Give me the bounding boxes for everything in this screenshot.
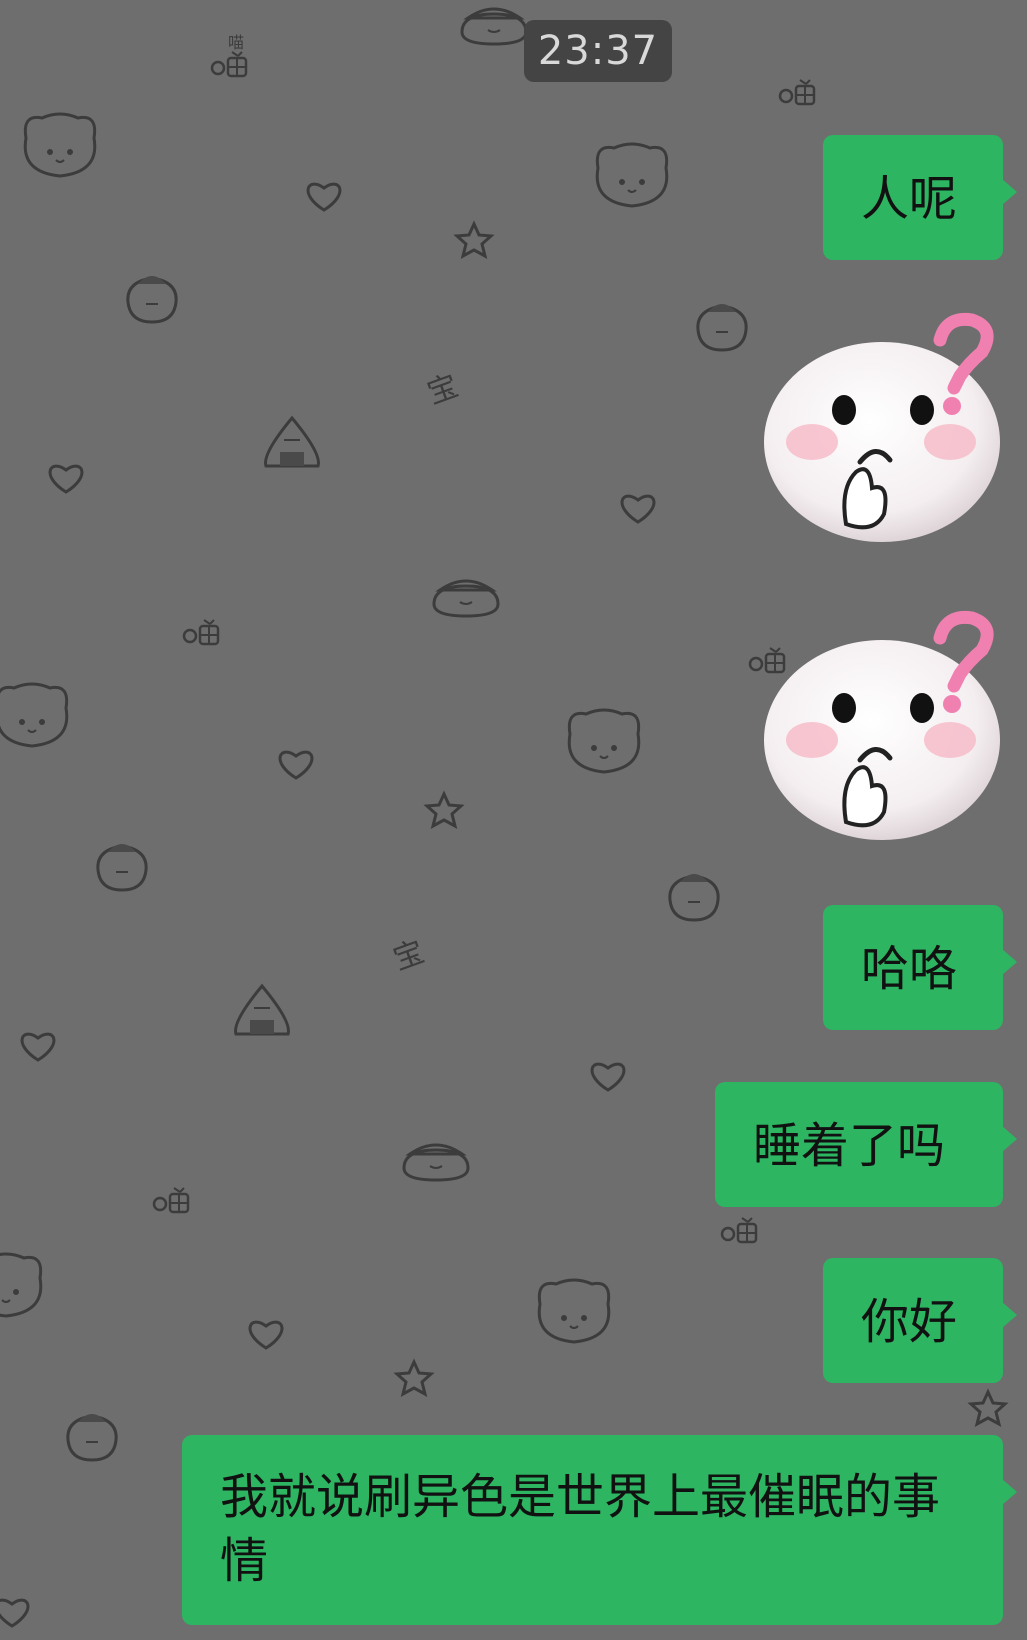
doodle-bear-face-icon bbox=[0, 1252, 43, 1318]
doodle-cat-meow-icon bbox=[778, 78, 816, 106]
message-text: 人呢 bbox=[861, 171, 958, 227]
message-timestamp: 23:37 bbox=[524, 20, 672, 82]
doodle-heart-icon bbox=[620, 494, 656, 524]
doodle-bear-face-icon bbox=[0, 682, 69, 748]
doodle-text-bao: 宝 bbox=[423, 368, 463, 411]
doodle-peach-icon bbox=[668, 872, 720, 922]
sent-message-bubble[interactable]: 哈咯 bbox=[823, 905, 1017, 1030]
doodle-peach-icon bbox=[696, 302, 748, 352]
sent-message-bubble[interactable]: 睡着了吗 bbox=[715, 1082, 1017, 1207]
doodle-bear-face-icon bbox=[567, 708, 641, 774]
doodle-bear-face-icon bbox=[595, 142, 669, 208]
doodle-bear-face-icon bbox=[23, 112, 97, 178]
doodle-sushi-icon bbox=[402, 1143, 470, 1182]
doodle-heart-icon bbox=[0, 1598, 30, 1628]
doodle-star-icon bbox=[969, 1390, 1007, 1426]
sent-message-bubble[interactable]: 我就说刷异色是世界上最催眠的事情 bbox=[182, 1435, 1017, 1625]
message-text: 哈咯 bbox=[861, 941, 958, 997]
sent-message-bubble[interactable]: 你好 bbox=[823, 1258, 1017, 1383]
doodle-heart-icon bbox=[48, 464, 84, 494]
doodle-cat-meow-icon bbox=[152, 1186, 190, 1214]
doodle-cat-meow-icon bbox=[720, 1216, 758, 1244]
message-text: 我就说刷异色是世界上最催眠的事情 bbox=[220, 1469, 941, 1589]
chat-window: 宝 宝 喵 23:37 人呢 哈咯 睡着了吗 你好 我就说刷异色是世界上最催眠的… bbox=[0, 0, 1027, 1640]
doodle-peach-icon bbox=[96, 842, 148, 892]
doodle-text-meow: 喵 bbox=[228, 33, 244, 52]
sent-message-bubble[interactable]: 人呢 bbox=[823, 135, 1017, 260]
doodle-heart-icon bbox=[248, 1320, 284, 1350]
doodle-peach-icon bbox=[126, 274, 178, 324]
doodle-heart-icon bbox=[20, 1032, 56, 1062]
doodle-heart-icon bbox=[306, 182, 342, 212]
doodle-heart-icon bbox=[278, 750, 314, 780]
doodle-cat-meow-icon bbox=[182, 618, 220, 646]
sticker-thinking-face-icon[interactable] bbox=[760, 312, 1000, 562]
doodle-peach-icon bbox=[66, 1412, 118, 1462]
doodle-onigiri-icon bbox=[234, 984, 290, 1036]
doodle-star-icon bbox=[395, 1360, 433, 1396]
sticker-thinking-face-icon[interactable] bbox=[760, 610, 1000, 860]
message-text: 睡着了吗 bbox=[753, 1118, 946, 1174]
doodle-text-bao: 宝 bbox=[389, 934, 429, 977]
doodle-onigiri-icon bbox=[264, 416, 320, 468]
message-text: 你好 bbox=[861, 1294, 958, 1350]
doodle-sushi-icon bbox=[460, 7, 528, 46]
doodle-star-icon bbox=[425, 792, 463, 828]
doodle-star-icon bbox=[455, 222, 493, 258]
doodle-heart-icon bbox=[590, 1062, 626, 1092]
doodle-cat-meow-icon bbox=[210, 50, 248, 78]
doodle-bear-face-icon bbox=[537, 1278, 611, 1344]
doodle-sushi-icon bbox=[432, 579, 500, 618]
